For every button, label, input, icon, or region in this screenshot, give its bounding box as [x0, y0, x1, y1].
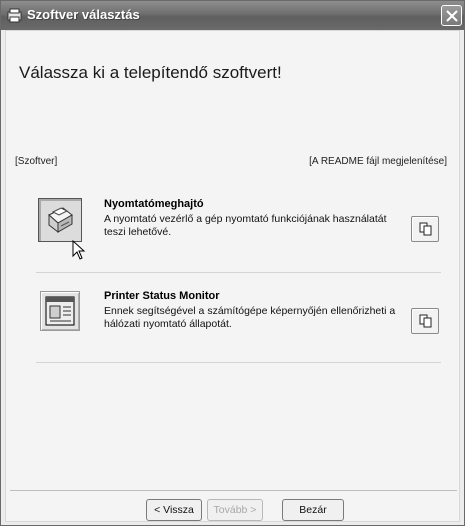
separator	[36, 272, 441, 273]
software-item-printer-driver: Nyomtatómeghajtó A nyomtató vezérlő a gé…	[36, 196, 441, 256]
document-copy-icon	[419, 314, 432, 328]
close-window-button[interactable]	[441, 5, 462, 26]
readme-column-header: [A README fájl megjelenítése]	[309, 156, 447, 167]
back-button[interactable]: < Vissza	[146, 499, 202, 521]
close-button[interactable]: Bezár	[282, 499, 344, 521]
software-item-status-monitor: Printer Status Monitor Ennek segítségéve…	[36, 288, 441, 348]
software-title: Printer Status Monitor	[104, 290, 220, 302]
page-title: Válassza ki a telepítendő szoftvert!	[19, 63, 282, 82]
mouse-cursor-icon	[72, 240, 86, 260]
status-monitor-icon	[45, 296, 75, 326]
document-copy-icon	[419, 222, 432, 236]
readme-button-printer-driver[interactable]	[411, 216, 439, 242]
installer-window: Szoftver választás Válassza ki a telepít…	[0, 0, 465, 526]
install-status-monitor-button[interactable]	[40, 291, 80, 331]
dialog-body: Válassza ki a telepítendő szoftvert! [Sz…	[5, 30, 460, 522]
installer-app-icon	[7, 8, 22, 23]
close-icon	[446, 10, 458, 22]
install-printer-driver-button[interactable]	[38, 198, 82, 242]
software-column-header: [Szoftver]	[15, 156, 58, 167]
footer-separator	[10, 490, 457, 491]
software-description: Ennek segítségével a számítógépe képerny…	[104, 305, 396, 330]
printer-icon	[48, 207, 73, 234]
next-button[interactable]: Tovább >	[207, 499, 263, 521]
readme-button-status-monitor[interactable]	[411, 308, 439, 334]
separator	[36, 362, 441, 363]
window-title: Szoftver választás	[27, 7, 140, 22]
software-description: A nyomtató vezérlő a gép nyomtató funkci…	[104, 213, 387, 238]
software-title: Nyomtatómeghajtó	[104, 198, 204, 210]
title-bar: Szoftver választás	[1, 1, 464, 30]
